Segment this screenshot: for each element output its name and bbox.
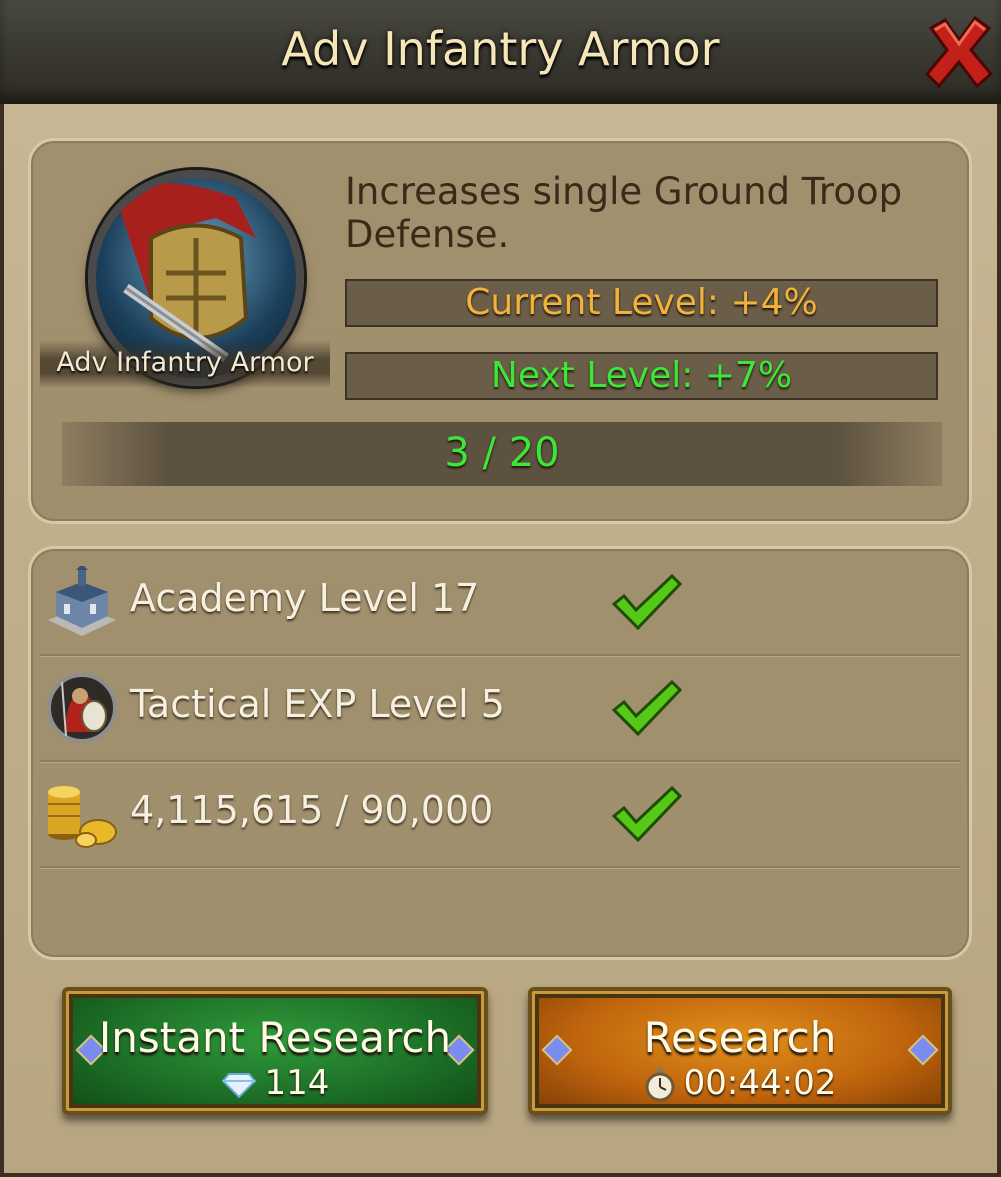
level-progress-text: 3 / 20	[444, 430, 560, 476]
research-description: Increases single Ground Troop Defense.	[345, 170, 903, 256]
research-name-label: Adv Infantry Armor	[40, 340, 330, 388]
research-time-value: 00:44:02	[683, 1063, 837, 1103]
research-label: Research	[643, 1013, 837, 1062]
level-progress-bar: 3 / 20	[62, 422, 942, 486]
instant-cost-value: 114	[264, 1063, 330, 1103]
requirement-label: Academy Level 17	[130, 576, 480, 620]
research-button[interactable]: Research 00:44:02	[528, 987, 952, 1115]
academy-building-icon	[48, 566, 116, 636]
checkmark-icon	[611, 573, 682, 631]
instant-cost: 114	[66, 1063, 484, 1103]
requirement-label: 4,115,615 / 90,000	[130, 788, 494, 832]
gold-coins-icon	[48, 786, 117, 848]
requirement-row: 4,115,615 / 90,000	[40, 762, 960, 868]
requirement-row: Tactical EXP Level 5	[40, 656, 960, 762]
current-level-bar: Current Level: +4%	[345, 279, 938, 327]
title-bar: Adv Infantry Armor	[0, 0, 1001, 104]
instant-research-label: Instant Research	[98, 1013, 452, 1062]
checkmark-icon	[611, 679, 682, 737]
diamond-icon	[221, 1072, 256, 1098]
spartan-warrior-icon	[47, 673, 117, 743]
requirement-row: Academy Level 17	[40, 550, 960, 656]
stopwatch-icon	[645, 1067, 675, 1101]
instant-research-button[interactable]: Instant Research 114	[62, 987, 488, 1115]
next-level-bar: Next Level: +7%	[345, 352, 938, 400]
requirement-label: Tactical EXP Level 5	[130, 682, 505, 726]
research-time: 00:44:02	[532, 1063, 948, 1103]
dialog-title: Adv Infantry Armor	[281, 22, 720, 76]
close-x-icon[interactable]	[921, 14, 997, 90]
checkmark-icon	[611, 785, 682, 843]
